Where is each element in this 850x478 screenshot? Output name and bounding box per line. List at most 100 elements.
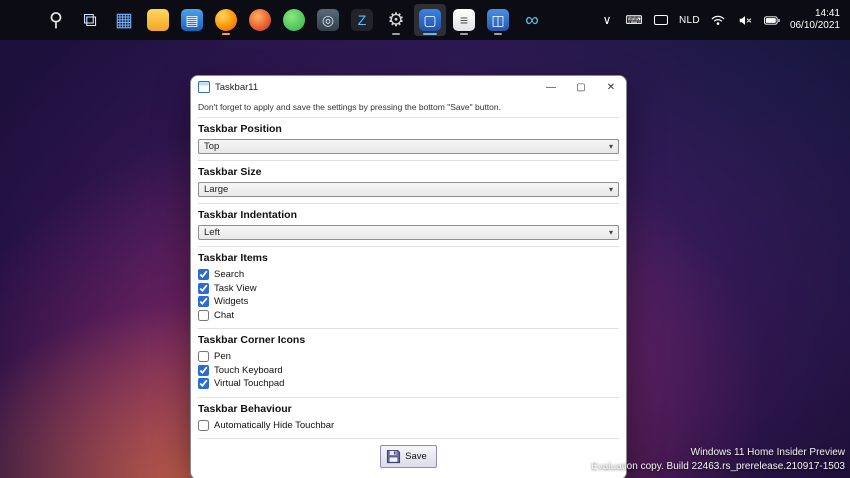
auto-hide-checkbox-label[interactable]: Automatically Hide Touchbar <box>214 420 334 431</box>
hint-text: Don't forget to apply and save the setti… <box>198 98 619 118</box>
file-explorer-icon-glyph <box>147 9 169 31</box>
language-indicator[interactable]: NLD <box>679 7 700 33</box>
pen-checkbox-label[interactable]: Pen <box>214 351 231 362</box>
browser-beta-icon-glyph <box>249 9 271 31</box>
section-taskbar-corner-icons: Taskbar Corner Icons Pen Touch Keyboard … <box>198 329 619 398</box>
notes-app-icon-glyph: ≡ <box>453 9 475 31</box>
pen-checkbox[interactable] <box>198 351 209 362</box>
task-view-icon[interactable]: ⧉ <box>74 4 106 36</box>
chevron-down-icon: ▾ <box>609 142 613 151</box>
search-checkbox-label[interactable]: Search <box>214 269 244 280</box>
section-taskbar-position: Taskbar Position Top ▾ <box>198 118 619 161</box>
widgets-icon-glyph: ▦ <box>113 9 135 31</box>
clock-date: 06/10/2021 <box>790 20 840 33</box>
running-indicator <box>460 33 468 36</box>
window-titlebar[interactable]: Taskbar11 — ▢ ✕ <box>191 76 626 98</box>
browser-beta-icon[interactable] <box>244 4 276 36</box>
camera-app-icon[interactable]: ◎ <box>312 4 344 36</box>
wifi-icon[interactable] <box>709 7 727 33</box>
taskbar-size-label: Taskbar Size <box>198 166 619 178</box>
watermark-line2: Evaluation copy. Build 22463.rs_prerelea… <box>591 460 845 474</box>
section-taskbar-indentation: Taskbar Indentation Left ▾ <box>198 204 619 247</box>
checkbox-row-virtual-touchpad: Virtual Touchpad <box>198 377 619 391</box>
start-button[interactable] <box>6 4 38 36</box>
window-title: Taskbar11 <box>215 82 258 93</box>
taskbar-size-select[interactable]: Large ▾ <box>198 182 619 197</box>
virtual-touchpad-checkbox[interactable] <box>198 378 209 389</box>
touch-keyboard-checkbox[interactable] <box>198 365 209 376</box>
taskbar-position-label: Taskbar Position <box>198 123 619 135</box>
clock[interactable]: 14:41 06/10/2021 <box>790 8 840 33</box>
widgets-checkbox-label[interactable]: Widgets <box>214 296 248 307</box>
task-view-checkbox[interactable] <box>198 283 209 294</box>
settings-icon-glyph: ⚙ <box>385 9 407 31</box>
floppy-disk-icon <box>386 449 401 464</box>
touch-keyboard-icon[interactable]: ⌨ <box>625 7 643 33</box>
section-taskbar-items: Taskbar Items Search Task View Widgets C… <box>198 247 619 329</box>
volume-muted-icon[interactable] <box>736 7 754 33</box>
maximize-button[interactable]: ▢ <box>566 76 596 98</box>
close-button[interactable]: ✕ <box>596 76 626 98</box>
virtual-touchpad-checkbox-label[interactable]: Virtual Touchpad <box>214 378 284 389</box>
green-app-icon-glyph <box>283 9 305 31</box>
blue-app-icon-glyph: ◫ <box>487 9 509 31</box>
auto-hide-checkbox[interactable] <box>198 420 209 431</box>
taskbar11-app-icon-glyph: ▢ <box>419 9 441 31</box>
watermark-line1: Windows 11 Home Insider Preview <box>591 446 845 460</box>
taskbar-corner-icons-label: Taskbar Corner Icons <box>198 334 619 346</box>
settings-icon[interactable]: ⚙ <box>380 4 412 36</box>
save-button-label: Save <box>405 451 427 462</box>
blue-app-icon[interactable]: ◫ <box>482 4 514 36</box>
chat-checkbox[interactable] <box>198 310 209 321</box>
minimize-button[interactable]: — <box>536 76 566 98</box>
store-icon-glyph: ▤ <box>181 9 203 31</box>
running-indicator <box>494 33 502 36</box>
firefox-icon[interactable] <box>210 4 242 36</box>
taskbar: ⚲⧉▦▤◎Z⚙▢≡◫∞ ∨ ⌨ NLD 14:4 <box>0 0 850 40</box>
taskbar-indentation-value: Left <box>204 227 220 238</box>
running-indicator <box>423 33 437 36</box>
taskbar-size-value: Large <box>204 184 228 195</box>
checkbox-row-pen: Pen <box>198 350 619 364</box>
z-app-icon[interactable]: Z <box>346 4 378 36</box>
store-icon[interactable]: ▤ <box>176 4 208 36</box>
task-view-checkbox-label[interactable]: Task View <box>214 283 257 294</box>
checkbox-row-task-view: Task View <box>198 282 619 296</box>
battery-icon[interactable] <box>763 7 781 33</box>
window-body: Don't forget to apply and save the setti… <box>191 98 626 478</box>
chevron-down-icon: ▾ <box>609 228 613 237</box>
start-button-glyph <box>11 9 33 31</box>
touchpad-icon[interactable] <box>652 7 670 33</box>
checkbox-row-touch-keyboard: Touch Keyboard <box>198 364 619 378</box>
firefox-icon-glyph <box>215 9 237 31</box>
search-checkbox[interactable] <box>198 269 209 280</box>
search-icon[interactable]: ⚲ <box>40 4 72 36</box>
running-indicator <box>222 33 230 36</box>
z-app-icon-glyph: Z <box>351 9 373 31</box>
widgets-icon[interactable]: ▦ <box>108 4 140 36</box>
widgets-checkbox[interactable] <box>198 296 209 307</box>
taskbar-indentation-select[interactable]: Left ▾ <box>198 225 619 240</box>
save-button[interactable]: Save <box>380 445 437 468</box>
running-indicator <box>392 33 400 36</box>
notes-app-icon[interactable]: ≡ <box>448 4 480 36</box>
taskbar11-app-icon[interactable]: ▢ <box>414 4 446 36</box>
insider-watermark: Windows 11 Home Insider Preview Evaluati… <box>591 446 845 473</box>
chevron-down-icon: ▾ <box>609 185 613 194</box>
file-explorer-icon[interactable] <box>142 4 174 36</box>
chat-checkbox-label[interactable]: Chat <box>214 310 234 321</box>
taskbar11-window: Taskbar11 — ▢ ✕ Don't forget to apply an… <box>190 75 627 478</box>
section-taskbar-size: Taskbar Size Large ▾ <box>198 161 619 204</box>
infinity-app-icon[interactable]: ∞ <box>516 4 548 36</box>
touchpad-glyph <box>654 15 668 25</box>
touch-keyboard-checkbox-label[interactable]: Touch Keyboard <box>214 365 283 376</box>
taskbar-behaviour-label: Taskbar Behaviour <box>198 403 619 415</box>
hidden-icons-chevron[interactable]: ∨ <box>598 7 616 33</box>
taskbar-position-select[interactable]: Top ▾ <box>198 139 619 154</box>
save-area: Save <box>198 439 619 478</box>
checkbox-row-search: Search <box>198 268 619 282</box>
checkbox-row-widgets: Widgets <box>198 295 619 309</box>
task-view-icon-glyph: ⧉ <box>79 9 101 31</box>
taskbar-app-icons: ⚲ ⧉ ▦ ▤ ◎ Z ⚙ ▢ ≡ ◫ ∞ <box>6 4 548 36</box>
green-app-icon[interactable] <box>278 4 310 36</box>
